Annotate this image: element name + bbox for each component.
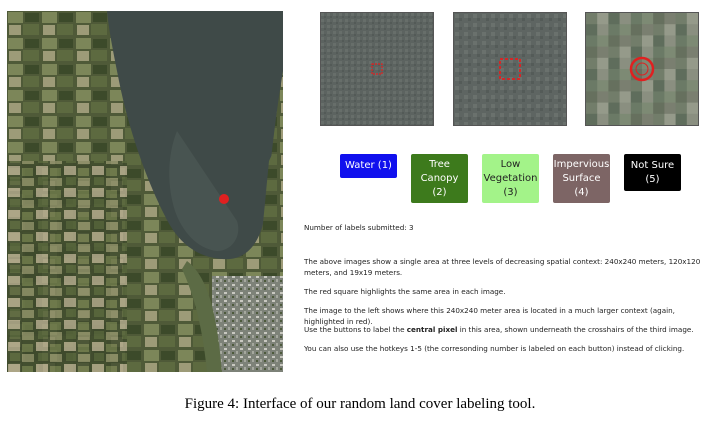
aerial-context-map [7,11,283,372]
instruction-hotkeys: You can also use the hotkeys 1-5 (the co… [304,344,685,353]
button-label-line: Surface [562,172,601,184]
button-label-line: Canopy [420,172,459,184]
tree-canopy-button[interactable]: Tree Canopy (2) [411,154,468,203]
button-label-line: Not Sure [630,159,675,171]
instruction-red-square: The red square highlights the same area … [304,287,506,296]
context-image-19m [585,12,699,126]
button-label-line: Vegetation [483,172,538,184]
context-image-120m [453,12,567,126]
context-image-240m [320,12,434,126]
button-label-line: Tree [429,158,450,170]
button-label-line: (3) [503,186,518,198]
impervious-surface-button[interactable]: Impervious Surface (4) [553,154,610,203]
low-vegetation-button[interactable]: Low Vegetation (3) [482,154,539,203]
button-label-line: (2) [432,186,447,198]
central-pixel-emphasis: central pixel [406,325,458,334]
button-label-line: Water (1) [345,160,392,171]
button-label-line: (4) [574,186,589,198]
button-label-line: Impervious [553,158,610,170]
button-label-line: Low [500,158,521,170]
instruction-zoom-levels: The above images show a single area at t… [304,257,701,277]
water-button[interactable]: Water (1) [340,154,397,178]
not-sure-button[interactable]: Not Sure (5) [624,154,681,191]
button-label-line: (5) [645,173,660,185]
labels-submitted-count: Number of labels submitted: 3 [304,223,414,232]
figure-caption: Figure 4: Interface of our random land c… [184,396,536,412]
instruction-text: Use the buttons to label the [304,325,407,334]
instruction-central-pixel: Use the buttons to label the central pix… [304,324,714,335]
instruction-text: in this area, shown underneath the cross… [457,325,694,334]
